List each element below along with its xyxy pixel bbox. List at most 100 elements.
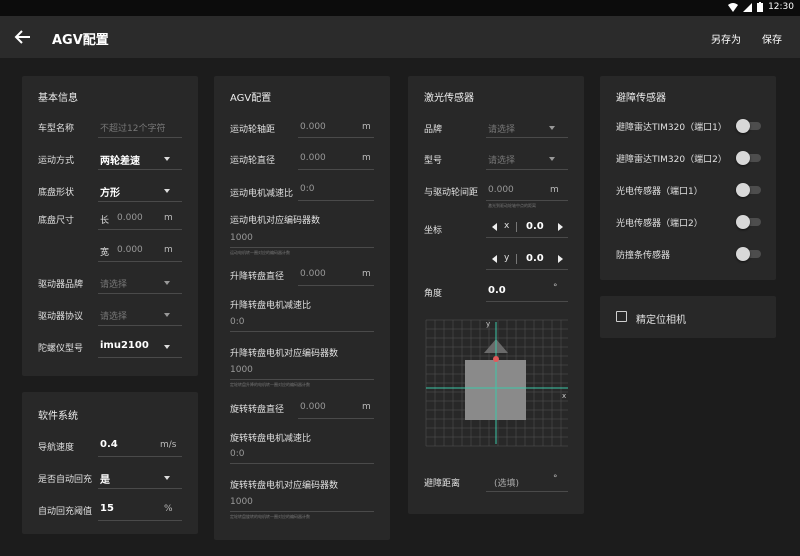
divider <box>298 285 374 286</box>
model-name-input[interactable]: 不超过12个字符 <box>100 121 165 134</box>
lift-encoder-input[interactable]: 1000 <box>230 365 253 375</box>
width-input[interactable]: 0.000 <box>117 245 143 255</box>
angle-label: 角度 <box>424 289 443 299</box>
signal-icon <box>743 2 753 12</box>
obstacle-sensor-toggle[interactable] <box>736 247 761 261</box>
increase-y-icon[interactable] <box>558 255 563 263</box>
card-title: 激光传感器 <box>424 93 474 104</box>
back-arrow-icon[interactable] <box>14 28 32 46</box>
save-button[interactable]: 保存 <box>762 31 782 46</box>
chevron-down-icon[interactable] <box>164 476 170 480</box>
divider <box>98 357 182 358</box>
laser-position-diagram: y x <box>425 319 568 447</box>
size-label: 底盘尺寸 <box>38 216 75 226</box>
rotate-ratio-input[interactable]: 0:0 <box>230 449 244 459</box>
obstacle-sensor-toggle[interactable] <box>736 151 761 165</box>
avoid-distance-unit: ° <box>553 474 558 484</box>
wheel-track-input[interactable]: 0.000 <box>300 122 326 132</box>
chevron-down-icon[interactable] <box>164 313 170 317</box>
rotate-encoder-hint: 定轮转盘旋转的电机转一圈对应的编码器计数 <box>230 514 310 519</box>
length-label: 长 <box>100 216 110 226</box>
motion-select[interactable]: 两轮差速 <box>100 152 140 167</box>
chevron-down-icon[interactable] <box>549 157 555 161</box>
wheel-diameter-label: 运动轮直径 <box>230 156 276 166</box>
obstacle-sensor-label: 光电传感器（端口2） <box>616 219 703 229</box>
divider <box>98 456 182 457</box>
x-value[interactable]: 0.0 <box>526 221 544 232</box>
laser-model-select[interactable]: 请选择 <box>488 153 515 166</box>
gyro-select[interactable]: imu2100 <box>100 340 149 351</box>
rotate-encoder-input[interactable]: 1000 <box>230 497 253 507</box>
divider <box>230 463 374 464</box>
rotate-diameter-unit: m <box>362 402 371 412</box>
lift-diameter-input[interactable]: 0.000 <box>300 269 326 279</box>
obstacle-sensor-label: 避障雷达TIM320（端口2） <box>616 155 727 165</box>
divider <box>98 137 182 138</box>
motor-ratio-input[interactable]: 0:0 <box>300 184 314 194</box>
chevron-down-icon[interactable] <box>164 157 170 161</box>
lift-ratio-input[interactable]: 0:0 <box>230 317 244 327</box>
width-label: 宽 <box>100 248 110 258</box>
divider <box>486 237 568 238</box>
nav-speed-input[interactable]: 0.4 <box>100 439 118 450</box>
obstacle-sensor-toggle[interactable] <box>736 119 761 133</box>
toggle-knob <box>736 215 750 229</box>
obstacle-sensor-toggle[interactable] <box>736 183 761 197</box>
y-value[interactable]: 0.0 <box>526 253 544 264</box>
chevron-down-icon[interactable] <box>549 126 555 130</box>
divider <box>298 137 374 138</box>
increase-x-icon[interactable] <box>558 223 563 231</box>
driver-brand-select[interactable]: 请选择 <box>100 277 127 290</box>
driver-protocol-select[interactable]: 请选择 <box>100 309 127 322</box>
laser-sensor-card: 激光传感器 品牌 请选择 型号 请选择 与驱动轮间距 0.000 m 激光到驱动… <box>408 76 584 514</box>
toggle-knob <box>736 183 750 197</box>
obstacle-sensor-label: 避障雷达TIM320（端口1） <box>616 123 727 133</box>
divider <box>486 269 568 270</box>
motor-encoder-label: 运动电机对应编码器数 <box>230 216 321 226</box>
software-card: 软件系统 导航速度 0.4 m/s 是否自动回充 是 自动回充阈值 15 % <box>22 392 198 534</box>
avoid-distance-input[interactable]: (选填) <box>494 476 519 489</box>
chevron-down-icon[interactable] <box>164 281 170 285</box>
laser-distance-input[interactable]: 0.000 <box>488 185 514 195</box>
agv-config-card: AGV配置 运动轮轴距 0.000 m 运动轮直径 0.000 m 运动电机减速… <box>214 76 390 540</box>
motor-ratio-label: 运动电机减速比 <box>230 189 294 199</box>
laser-distance-hint: 激光到驱动轮轴中点的距离 <box>488 203 536 208</box>
wheel-diameter-unit: m <box>362 153 371 163</box>
card-title: AGV配置 <box>230 93 272 104</box>
decrease-x-icon[interactable] <box>492 223 497 231</box>
lift-ratio-label: 升降转盘电机减速比 <box>230 301 312 311</box>
shape-select[interactable]: 方形 <box>100 184 120 199</box>
laser-brand-select[interactable]: 请选择 <box>488 122 515 135</box>
length-input[interactable]: 0.000 <box>117 213 143 223</box>
divider <box>486 301 568 302</box>
motor-encoder-input[interactable]: 1000 <box>230 233 253 243</box>
obstacle-sensor-toggle[interactable] <box>736 215 761 229</box>
wheel-diameter-input[interactable]: 0.000 <box>300 153 326 163</box>
toggle-knob <box>736 247 750 261</box>
divider <box>230 331 374 332</box>
divider <box>98 293 182 294</box>
rotate-diameter-input[interactable]: 0.000 <box>300 402 326 412</box>
auto-charge-select[interactable]: 是 <box>100 471 110 486</box>
toggle-knob <box>736 119 750 133</box>
status-time: 12:30 <box>768 2 794 12</box>
angle-input[interactable]: 0.0 <box>488 285 506 296</box>
card-title: 基本信息 <box>38 93 78 104</box>
status-bar: 12:30 <box>0 0 800 16</box>
nav-speed-unit: m/s <box>160 440 177 450</box>
decrease-y-icon[interactable] <box>492 255 497 263</box>
charge-threshold-input[interactable]: 15 <box>100 503 114 514</box>
divider <box>98 169 182 170</box>
motion-label: 运动方式 <box>38 156 75 166</box>
chevron-down-icon[interactable] <box>164 189 170 193</box>
nav-speed-label: 导航速度 <box>38 443 75 453</box>
wheel-track-unit: m <box>362 122 371 132</box>
obstacle-sensor-label: 光电传感器（端口1） <box>616 187 703 197</box>
save-as-button[interactable]: 另存为 <box>711 31 741 46</box>
lift-diameter-unit: m <box>362 269 371 279</box>
camera-checkbox[interactable] <box>616 311 627 322</box>
divider <box>298 169 374 170</box>
angle-unit: ° <box>553 283 558 293</box>
rotate-encoder-label: 旋转转盘电机对应编码器数 <box>230 481 339 491</box>
chevron-down-icon[interactable] <box>164 345 170 349</box>
